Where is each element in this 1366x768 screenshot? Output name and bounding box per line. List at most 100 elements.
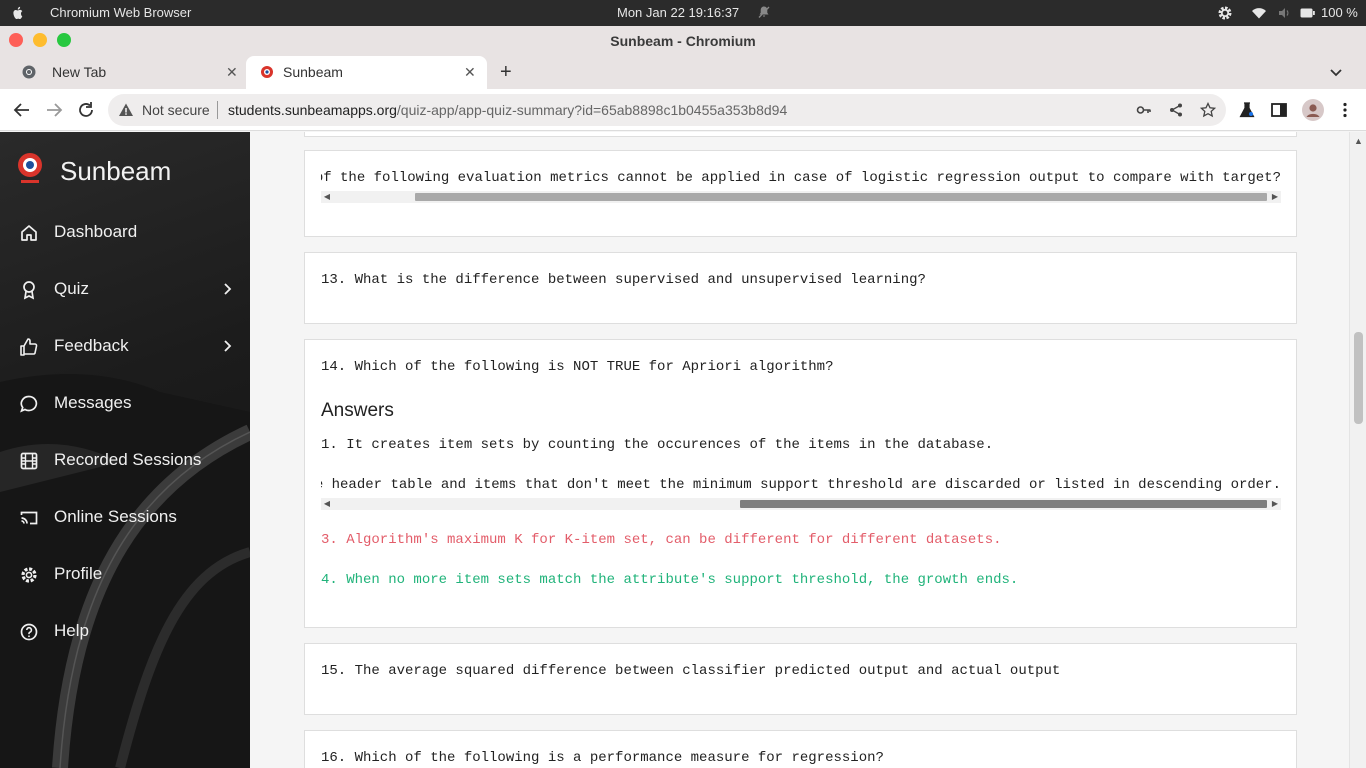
sidebar-item-help[interactable]: Help	[0, 611, 250, 651]
question-card	[304, 132, 1297, 137]
scrollbar-thumb[interactable]	[1354, 332, 1363, 424]
chromium-icon	[22, 65, 36, 79]
sidebar-item-dashboard[interactable]: Dashboard	[0, 212, 250, 252]
sidebar-item-label: Dashboard	[54, 222, 138, 241]
notification-muted-icon[interactable]	[757, 5, 771, 19]
answer-option: 1. It creates item sets by counting the …	[321, 437, 994, 453]
sidebar-item-label: Feedback	[54, 336, 129, 355]
sidebar-item-label: Help	[54, 621, 89, 640]
chevron-right-icon	[224, 340, 232, 352]
volume-icon[interactable]	[1277, 6, 1291, 20]
sidebar-item-quiz[interactable]: Quiz	[0, 269, 250, 309]
gear-icon	[21, 567, 37, 583]
sidebar-item-label: Recorded Sessions	[54, 450, 202, 469]
message-icon	[20, 395, 38, 413]
sidebar-item-messages[interactable]: Messages	[0, 383, 250, 423]
battery-icon[interactable]	[1300, 8, 1315, 18]
window-title: Sunbeam - Chromium	[610, 33, 756, 49]
os-app-name[interactable]: Chromium Web Browser	[50, 5, 191, 20]
tab-label: New Tab	[52, 64, 107, 80]
new-tab-button[interactable]: +	[500, 61, 518, 83]
sidebar-item-label: Quiz	[54, 279, 89, 298]
answer-text-clip: e header table and items that don't meet…	[321, 477, 1281, 495]
settings-gear-icon[interactable]	[1217, 5, 1233, 21]
answer-option-wrong: 3. Algorithm's maximum K for K-item set,…	[321, 532, 1002, 548]
apple-icon[interactable]	[10, 5, 26, 21]
answer-option: e header table and items that don't meet…	[321, 477, 1281, 493]
question-text: 14. Which of the following is NOT TRUE f…	[321, 359, 834, 375]
wifi-icon[interactable]	[1251, 6, 1267, 20]
chevron-right-icon	[224, 283, 232, 295]
forward-arrow-icon[interactable]	[44, 100, 64, 120]
tab-search-chevron-icon[interactable]	[1328, 64, 1344, 80]
window-title-bar: Sunbeam - Chromium	[0, 26, 1366, 56]
reload-icon[interactable]	[76, 100, 96, 120]
scroll-right-icon[interactable]: ▶	[1269, 498, 1281, 510]
question-text: of the following evaluation metrics cann…	[321, 170, 1281, 186]
question-card: 13. What is the difference between super…	[304, 252, 1297, 324]
question-text: 15. The average squared difference betwe…	[321, 663, 1061, 679]
battery-percent[interactable]: 100 %	[1321, 5, 1358, 20]
sidebar-item-label: Messages	[54, 393, 132, 412]
os-clock[interactable]: Mon Jan 22 19:16:37	[617, 5, 739, 20]
thumbs-up-icon	[20, 338, 38, 356]
brand-name: Sunbeam	[60, 156, 172, 186]
horizontal-scrollbar[interactable]: ◀ ▶	[321, 191, 1281, 203]
address-bar[interactable]: Not secure students.sunbeamapps.org/quiz…	[108, 94, 1226, 126]
question-card: of the following evaluation metrics cann…	[304, 150, 1297, 237]
question-text-clip: of the following evaluation metrics cann…	[321, 170, 1281, 188]
os-top-bar: Chromium Web Browser Mon Jan 22 19:16:37…	[0, 0, 1366, 26]
key-icon[interactable]	[1136, 102, 1152, 118]
profile-avatar-icon[interactable]	[1302, 99, 1324, 121]
sidebar: Sunbeam Dashboard Quiz Feedback Messages…	[0, 132, 250, 768]
sidebar-item-profile[interactable]: Profile	[0, 554, 250, 594]
tab-new-tab[interactable]: New Tab ✕	[8, 56, 246, 89]
security-label[interactable]: Not secure	[142, 102, 210, 118]
scrollbar-thumb[interactable]	[740, 500, 1267, 508]
award-icon	[23, 281, 35, 300]
close-tab-icon[interactable]: ✕	[464, 64, 476, 81]
answers-heading: Answers	[321, 400, 394, 421]
back-arrow-icon[interactable]	[12, 100, 32, 120]
divider	[217, 101, 218, 119]
sidebar-item-recorded-sessions[interactable]: Recorded Sessions	[0, 440, 250, 480]
quiz-summary-content: of the following evaluation metrics cann…	[250, 132, 1349, 768]
scroll-left-icon[interactable]: ◀	[321, 498, 333, 510]
cast-icon	[20, 511, 38, 525]
browser-toolbar: Not secure students.sunbeamapps.org/quiz…	[0, 89, 1366, 131]
question-card: 15. The average squared difference betwe…	[304, 643, 1297, 715]
sunbeam-logo-icon	[18, 153, 42, 183]
horizontal-scrollbar[interactable]: ◀ ▶	[321, 498, 1281, 510]
sidebar-item-label: Online Sessions	[54, 507, 177, 526]
url-domain: students.sunbeamapps.org	[228, 102, 397, 118]
side-panel-icon[interactable]	[1270, 101, 1288, 119]
warning-triangle-icon[interactable]	[118, 102, 134, 118]
help-icon	[20, 623, 38, 641]
home-icon	[21, 225, 37, 241]
question-text: 13. What is the difference between super…	[321, 272, 926, 288]
sunbeam-favicon-icon	[261, 66, 273, 78]
share-icon[interactable]	[1168, 102, 1184, 118]
film-icon	[20, 452, 38, 470]
scroll-right-icon[interactable]: ▶	[1269, 191, 1281, 203]
url-path: /quiz-app/app-quiz-summary?id=65ab8898c1…	[396, 102, 788, 118]
scroll-up-icon[interactable]: ▲	[1354, 136, 1363, 146]
answer-option-correct: 4. When no more item sets match the attr…	[321, 572, 1019, 588]
sidebar-item-feedback[interactable]: Feedback	[0, 326, 250, 366]
question-card: 14. Which of the following is NOT TRUE f…	[304, 339, 1297, 628]
tab-strip: New Tab ✕ Sunbeam ✕ +	[0, 56, 1366, 89]
page-vertical-scrollbar[interactable]: ▲	[1349, 132, 1366, 768]
sidebar-item-label: Profile	[54, 564, 103, 583]
bookmark-star-icon[interactable]	[1200, 102, 1216, 118]
scrollbar-thumb[interactable]	[415, 193, 1267, 201]
question-card: 16. Which of the following is a performa…	[304, 730, 1297, 768]
tab-label: Sunbeam	[283, 64, 343, 80]
sidebar-item-online-sessions[interactable]: Online Sessions	[0, 497, 250, 537]
close-tab-icon[interactable]: ✕	[226, 64, 238, 81]
question-text: 16. Which of the following is a performa…	[321, 750, 884, 766]
tab-sunbeam[interactable]: Sunbeam ✕	[246, 56, 487, 89]
url-text[interactable]: students.sunbeamapps.org/quiz-app/app-qu…	[228, 102, 787, 118]
scroll-left-icon[interactable]: ◀	[321, 191, 333, 203]
menu-kebab-icon[interactable]	[1336, 101, 1354, 119]
labs-flask-icon[interactable]	[1238, 101, 1256, 119]
